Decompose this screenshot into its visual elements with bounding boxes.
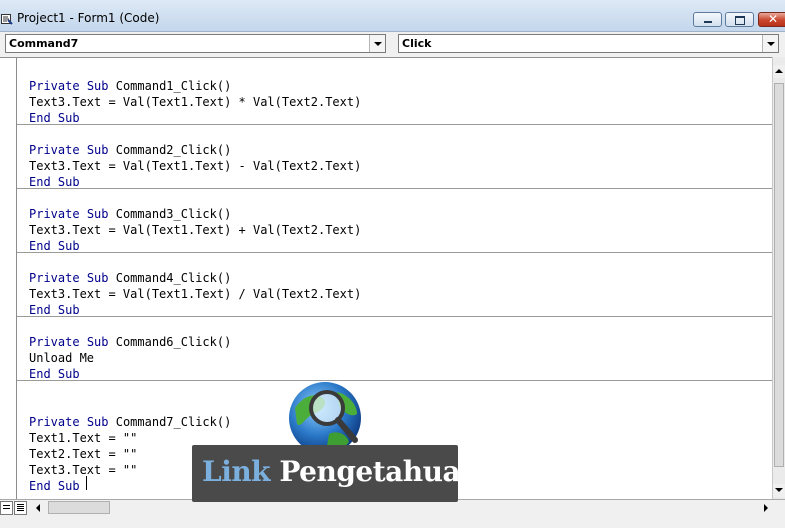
procedure-view-button[interactable] — [0, 501, 13, 515]
full-module-view-icon — [17, 510, 24, 511]
code-line[interactable]: Text3.Text = Val(Text1.Text) + Val(Text2… — [29, 222, 361, 238]
scroll-up-button[interactable] — [773, 65, 785, 78]
code-line[interactable]: Private Sub Command2_Click() — [29, 142, 231, 158]
keyword: Private — [29, 335, 80, 349]
keyword: Sub — [86, 79, 109, 93]
full-module-view-button[interactable] — [14, 501, 27, 515]
watermark-word-1: Link — [202, 455, 271, 488]
object-dropdown-value: Command7 — [9, 37, 79, 50]
window-title: Project1 - Form1 (Code) — [17, 11, 160, 25]
status-strip — [0, 516, 785, 528]
editor-margin[interactable] — [0, 58, 17, 499]
full-module-view-icon — [17, 504, 24, 505]
watermark-banner: Link Pengetahuan — [192, 445, 481, 502]
code-line[interactable]: Text1.Text = "" — [29, 430, 137, 446]
close-button[interactable]: ✕ — [758, 12, 785, 27]
close-icon: ✕ — [768, 12, 779, 26]
maximize-button[interactable] — [725, 12, 754, 27]
keyword: Sub — [86, 271, 109, 285]
code-line[interactable]: Private Sub Command4_Click() — [29, 270, 231, 286]
keyword: End — [29, 175, 51, 189]
procedure-view-icon — [3, 505, 10, 506]
keyword: Sub — [57, 175, 80, 189]
minimize-button[interactable] — [693, 12, 722, 27]
keyword: End — [29, 479, 51, 493]
chevron-down-icon[interactable] — [762, 35, 778, 52]
procedure-dropdown-value: Click — [402, 37, 432, 50]
code-line[interactable]: Text3.Text = "" — [29, 462, 137, 478]
keyword: End — [29, 303, 51, 317]
keyword: Private — [29, 143, 80, 157]
keyword: Sub — [57, 111, 80, 125]
vertical-scroll-thumb[interactable] — [774, 83, 784, 467]
code-line[interactable]: Private Sub Command6_Click() — [29, 334, 231, 350]
minimize-icon — [704, 21, 712, 23]
full-module-view-icon — [17, 506, 24, 507]
procedure-dropdown[interactable]: Click — [398, 34, 779, 53]
keyword: Private — [29, 271, 80, 285]
keyword: Sub — [86, 415, 109, 429]
keyword: Sub — [57, 479, 80, 493]
code-window-icon — [1, 10, 13, 25]
maximize-icon — [735, 16, 745, 25]
keyword: Private — [29, 79, 80, 93]
keyword: Sub — [57, 239, 80, 253]
full-module-view-icon — [17, 508, 24, 509]
keyword: Sub — [86, 335, 109, 349]
title-bar: Project1 - Form1 (Code) ✕ — [0, 0, 785, 32]
code-line[interactable]: Private Sub Command3_Click() — [29, 206, 231, 222]
scroll-right-button[interactable] — [759, 501, 772, 515]
keyword: End — [29, 111, 51, 125]
code-line[interactable]: Text3.Text = Val(Text1.Text) - Val(Text2… — [29, 158, 361, 174]
vertical-scrollbar[interactable] — [772, 57, 785, 499]
keyword: End — [29, 367, 51, 381]
keyword: Sub — [57, 303, 80, 317]
dropdown-bar: Command7 Click — [0, 32, 785, 57]
code-line[interactable]: Unload Me — [29, 350, 94, 366]
code-line[interactable]: Text3.Text = Val(Text1.Text) * Val(Text2… — [29, 94, 361, 110]
scroll-left-button[interactable] — [32, 501, 46, 515]
code-text: Command1_Click() — [108, 79, 232, 93]
keyword: Sub — [57, 367, 80, 381]
code-line[interactable]: Private Sub Command1_Click() — [29, 78, 231, 94]
code-line[interactable]: End Sub — [29, 478, 80, 494]
procedure-separator — [17, 124, 772, 125]
chevron-down-icon[interactable] — [369, 35, 385, 52]
code-text: Command3_Click() — [108, 207, 232, 221]
watermark-word-2: Pengetahuan — [279, 455, 481, 488]
code-line[interactable]: Text2.Text = "" — [29, 446, 137, 462]
text-caret — [86, 476, 87, 490]
code-text: Command2_Click() — [108, 143, 232, 157]
keyword: Sub — [86, 207, 109, 221]
procedure-separator — [17, 316, 772, 317]
object-dropdown[interactable]: Command7 — [5, 34, 386, 53]
keyword: End — [29, 239, 51, 253]
procedure-separator — [17, 252, 772, 253]
code-line[interactable]: Text3.Text = Val(Text1.Text) / Val(Text2… — [29, 286, 361, 302]
code-text: Command6_Click() — [108, 335, 232, 349]
code-text: Command4_Click() — [108, 271, 232, 285]
procedure-separator — [17, 188, 772, 189]
keyword: Sub — [86, 143, 109, 157]
watermark-text: Link Pengetahuan — [202, 455, 481, 489]
keyword: Private — [29, 415, 80, 429]
watermark-logo: Link Pengetahuan — [190, 378, 481, 503]
horizontal-scroll-thumb[interactable] — [48, 501, 110, 514]
scroll-down-button[interactable] — [773, 484, 785, 497]
procedure-view-icon — [3, 508, 10, 509]
keyword: Private — [29, 207, 80, 221]
